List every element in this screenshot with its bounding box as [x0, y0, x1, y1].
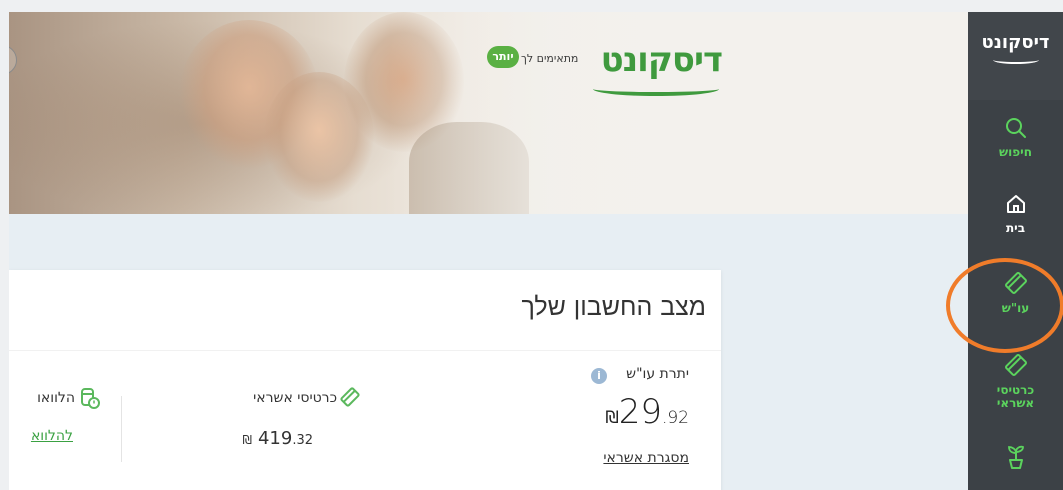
brand-badge: יותר — [487, 46, 519, 68]
sidebar-logo[interactable]: דיסקונט — [968, 32, 1063, 53]
loans-label: הלוואו — [37, 390, 75, 406]
credit-card-icon — [340, 387, 360, 407]
sidebar-item-savings[interactable] — [968, 444, 1063, 490]
credit-cards-label: כרטיסי אשראי — [253, 390, 337, 406]
credit-cards-decimal: .32 — [292, 433, 313, 448]
balance-currency: ₪ — [605, 408, 619, 428]
sidebar-item-home[interactable]: בית — [968, 192, 1063, 262]
balance-label: יתרת עו"ש — [626, 366, 689, 382]
credit-line-link[interactable]: מסגרת אשראי — [603, 450, 689, 466]
sidebar-item-credit-cards[interactable]: כרטיסי אשראי — [968, 352, 1063, 422]
credit-card-icon — [1004, 354, 1027, 376]
plant-icon — [1007, 445, 1024, 469]
credit-cards-currency: ₪ — [242, 433, 252, 447]
brand-tagline: מתאימים לך — [521, 52, 579, 65]
hero-brand-logo: דיסקונט מתאימים לך יותר — [487, 40, 732, 100]
credit-cards-integer: 419 — [257, 428, 293, 449]
card-title: מצב החשבון שלך — [521, 292, 707, 321]
checking-balance-section: יתרת עו"ש i ₪29.92 מסגרת אשראי — [519, 366, 689, 490]
credit-cards-amount: ₪ 419.32 — [243, 428, 313, 449]
sidebar-item-label: חיפוש — [999, 145, 1032, 159]
search-icon — [1005, 118, 1026, 138]
loans-link[interactable]: להלווא — [31, 428, 73, 444]
account-status-card: מצב החשבון שלך יתרת עו"ש i ₪29.92 מסגרת … — [9, 270, 721, 490]
brand-arc — [593, 82, 719, 96]
card-divider — [9, 350, 721, 351]
section-divider — [121, 396, 122, 462]
balance-integer: 29 — [618, 392, 662, 432]
app-window: דיסקונט מתאימים לך יותר מצב החשבון שלך י… — [0, 0, 1063, 490]
sidebar-logo-arc — [993, 56, 1039, 64]
side-navigation: דיסקונט חיפוש בית עו"ש כרטיסי אשראי — [968, 12, 1063, 490]
hero-banner: דיסקונט מתאימים לך יותר — [9, 12, 968, 214]
sidebar-item-search[interactable]: חיפוש — [968, 116, 1063, 186]
credit-cards-section[interactable]: כרטיסי אשראי ₪ 419.32 — [191, 386, 361, 476]
main-content: דיסקונט מתאימים לך יותר מצב החשבון שלך י… — [9, 12, 968, 490]
home-icon — [1006, 195, 1025, 213]
brand-wordmark: דיסקונט — [600, 40, 723, 80]
balance-amount: ₪29.92 — [599, 392, 689, 432]
sidebar-item-label: בית — [1005, 221, 1026, 235]
loans-section[interactable]: הלוואו להלווא — [9, 386, 109, 476]
balance-decimal: .92 — [661, 408, 689, 428]
info-icon[interactable]: i — [591, 368, 607, 384]
sidebar-item-label: כרטיסי אשראי — [996, 383, 1035, 410]
loan-icon — [81, 388, 100, 409]
annotation-highlight-circle — [946, 258, 1063, 353]
